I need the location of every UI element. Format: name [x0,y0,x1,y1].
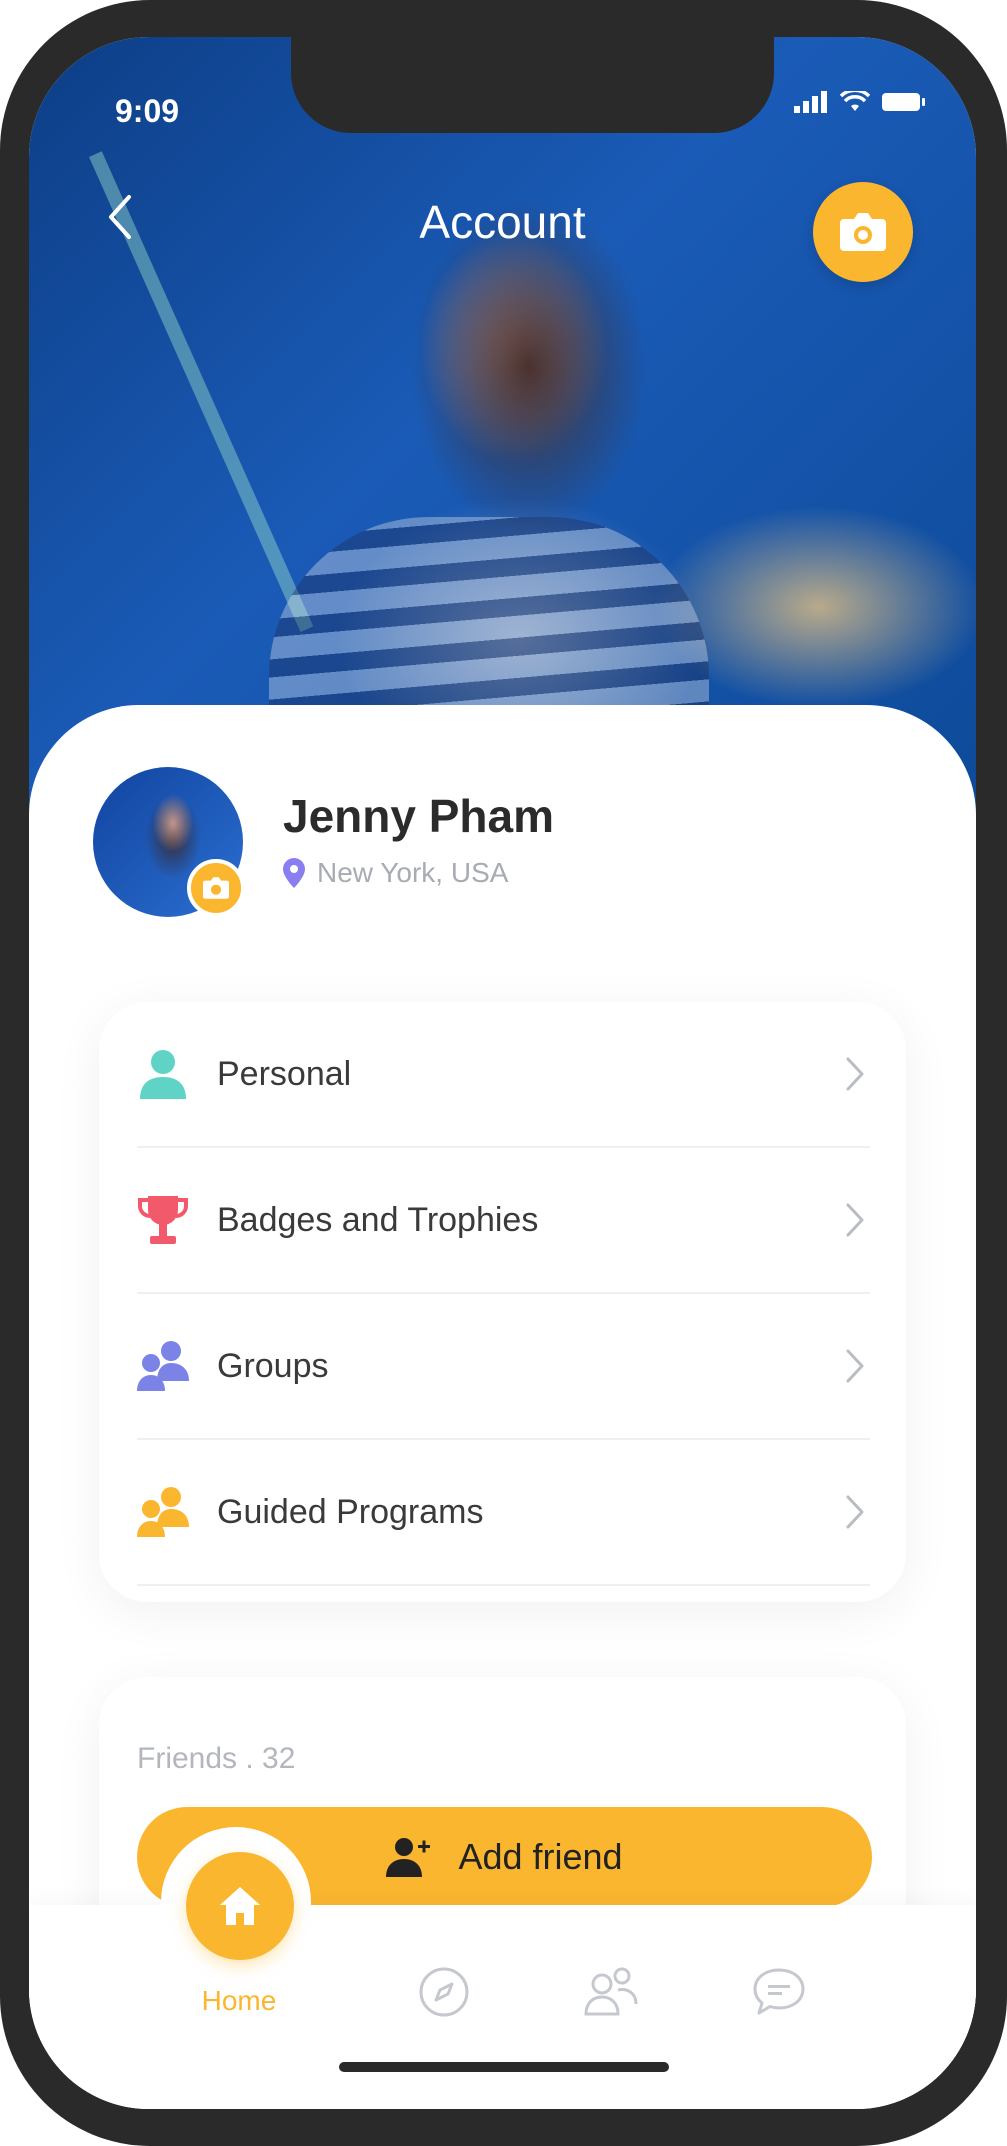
camera-icon [840,213,886,251]
trophy-icon [137,1194,189,1246]
status-time: 9:09 [115,93,180,129]
tab-home-label: Home [201,1985,277,2016]
groups-icon [137,1340,189,1392]
profile-name: Jenny Pham [283,790,554,842]
tab-chat[interactable] [749,1962,809,2022]
compass-icon [419,1967,469,2017]
signal-icon [794,91,827,113]
wifi-icon [840,91,870,111]
add-user-icon [386,1838,431,1877]
camera-icon [203,877,229,899]
chevron-right-icon [846,1057,864,1091]
tab-friends[interactable] [582,1962,642,2022]
account-menu-card: Personal Badges and Trophies Groups Guid… [99,1002,906,1602]
home-icon [220,1887,260,1925]
menu-item-label: Personal [217,1054,352,1093]
change-avatar-button[interactable] [187,859,245,917]
tab-home[interactable] [186,1852,294,1960]
cover-photo [29,37,976,817]
guided-programs-icon [137,1486,189,1538]
menu-item-personal[interactable]: Personal [137,1002,870,1148]
tab-explore[interactable] [414,1962,474,2022]
menu-item-label: Guided Programs [217,1492,484,1531]
change-cover-button[interactable] [813,182,913,282]
menu-item-groups[interactable]: Groups [137,1294,870,1440]
menu-item-label: Badges and Trophies [217,1200,539,1239]
friends-icon [584,1967,638,2016]
add-friend-label: Add friend [458,1836,623,1877]
person-icon [137,1048,189,1100]
chevron-right-icon [846,1349,864,1383]
battery-icon [882,93,925,111]
chevron-right-icon [846,1203,864,1237]
location-text: New York, USA [317,857,509,888]
chat-icon [753,1968,805,2015]
phone-frame: 9:09 Account Jenny Pham New York, USA Pe… [0,0,1007,2146]
friends-count: Friends . 32 [137,1742,296,1775]
screen: 9:09 Account Jenny Pham New York, USA Pe… [29,37,976,2109]
chevron-right-icon [846,1495,864,1529]
home-indicator [339,2062,669,2072]
menu-item-guided-programs[interactable]: Guided Programs [137,1440,870,1586]
profile-location: New York, USA [283,857,508,889]
location-pin-icon [283,858,305,888]
device-notch [291,37,774,133]
menu-item-badges-trophies[interactable]: Badges and Trophies [137,1148,870,1294]
menu-item-label: Groups [217,1346,329,1385]
status-icons [794,91,926,113]
